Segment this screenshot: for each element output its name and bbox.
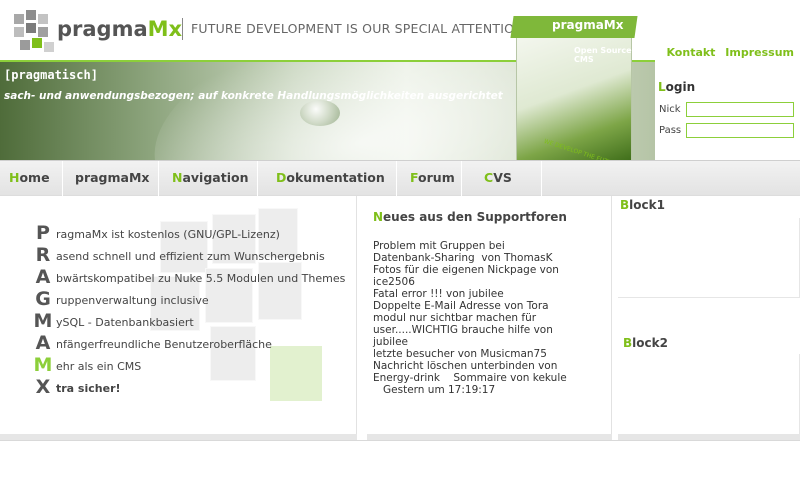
acrostic-line: Xtra sicher!	[35, 376, 121, 398]
banner-subtitle: sach- und anwendungsbezogen; auf konkret…	[4, 90, 503, 102]
block1-body	[618, 218, 800, 298]
block2-title: Block2	[623, 336, 668, 350]
news-line[interactable]: letzte besucher von Musicman75	[373, 348, 603, 360]
news-line[interactable]: jubilee	[373, 336, 603, 348]
news-line[interactable]: Energy-drink Sommaire von kekule	[373, 372, 603, 384]
news-line[interactable]: Doppelte E-Mail Adresse von Tora	[373, 300, 603, 312]
news-line[interactable]: user.....WICHTIG brauche hilfe von	[373, 324, 603, 336]
news-line[interactable]: Nachricht löschen unterbinden von	[373, 360, 603, 372]
slogan: FUTURE DEVELOPMENT IS OUR SPECIAL ATTENT…	[182, 18, 524, 40]
news-line[interactable]: Problem mit Gruppen bei	[373, 240, 603, 252]
acrostic-line: Gruppenverwaltung inclusive	[35, 288, 209, 310]
main-navigation: Home pragmaMx Navigation Dokumentation F…	[0, 160, 800, 197]
pass-input[interactable]	[686, 123, 794, 138]
header-links: Kontakt Impressum	[660, 46, 794, 59]
logo[interactable]: pragmaMx	[57, 17, 182, 41]
news-line[interactable]: Fatal error !!! von jubilee	[373, 288, 603, 300]
nav-pragmamx[interactable]: pragmaMx	[63, 161, 159, 197]
link-kontakt[interactable]: Kontakt	[666, 46, 715, 59]
nick-input[interactable]	[686, 102, 794, 117]
pass-label: Pass	[659, 125, 682, 136]
nav-navigation[interactable]: Navigation	[159, 161, 258, 197]
nav-dokumentation[interactable]: Dokumentation	[258, 161, 397, 197]
product-box-brand: pragmaMx	[552, 18, 624, 32]
news-line[interactable]: modul nur sichtbar machen für	[373, 312, 603, 324]
news-line[interactable]: Datenbank-Sharing von ThomasK	[373, 252, 603, 264]
nav-cvs[interactable]: CVS	[462, 161, 542, 197]
acrostic-line: Rasend schnell und effizient zum Wunsche…	[35, 244, 325, 266]
blocks-column: Block1 Block2	[618, 196, 800, 442]
acrostic-line: Abwärtskompatibel zu Nuke 5.5 Modulen un…	[35, 266, 346, 288]
logo-cubes-icon	[14, 10, 54, 56]
news-column: Neues aus den Supportforen Problem mit G…	[367, 196, 612, 442]
header: pragmaMx FUTURE DEVELOPMENT IS OUR SPECI…	[0, 0, 800, 169]
intro-column: PragmaMx ist kostenlos (GNU/GPL-Lizenz) …	[0, 196, 357, 442]
acrostic-line: MySQL - Datenbankbasiert	[33, 310, 194, 332]
acrostic-line: PragmaMx ist kostenlos (GNU/GPL-Lizenz)	[36, 222, 280, 244]
content-area: PragmaMx ist kostenlos (GNU/GPL-Lizenz) …	[0, 196, 800, 442]
product-box-image: pragmaMx Open Source CMS WE DEVELOP THE …	[510, 16, 640, 169]
footer	[0, 441, 800, 481]
link-impressum[interactable]: Impressum	[725, 46, 794, 59]
logo-suffix: Mx	[147, 17, 183, 41]
page: pragmaMx FUTURE DEVELOPMENT IS OUR SPECI…	[0, 0, 800, 481]
nick-label: Nick	[659, 104, 681, 115]
product-box-label: Open Source CMS	[574, 46, 632, 64]
news-title: Neues aus den Supportforen	[373, 210, 567, 224]
banner-title: [pragmatisch]	[4, 68, 98, 82]
nav-forum[interactable]: Forum	[397, 161, 462, 197]
news-line[interactable]: ice2506	[373, 276, 603, 288]
news-line[interactable]: Fotos für die eigenen Nickpage von	[373, 264, 603, 276]
acrostic-line: Anfängerfreundliche Benutzeroberfläche	[35, 332, 272, 354]
login-title: Login	[658, 80, 696, 94]
news-list: Problem mit Gruppen bei Datenbank-Sharin…	[373, 240, 603, 396]
logo-prefix: pragma	[57, 17, 148, 41]
block1-title: Block1	[620, 198, 665, 212]
block2-body	[618, 354, 800, 434]
nav-home[interactable]: Home	[0, 161, 63, 197]
acrostic-line: Mehr als ein CMS	[33, 354, 142, 376]
login-panel: Login Nick Pass	[655, 60, 800, 160]
news-timestamp: Gestern um 17:19:17	[373, 384, 496, 396]
